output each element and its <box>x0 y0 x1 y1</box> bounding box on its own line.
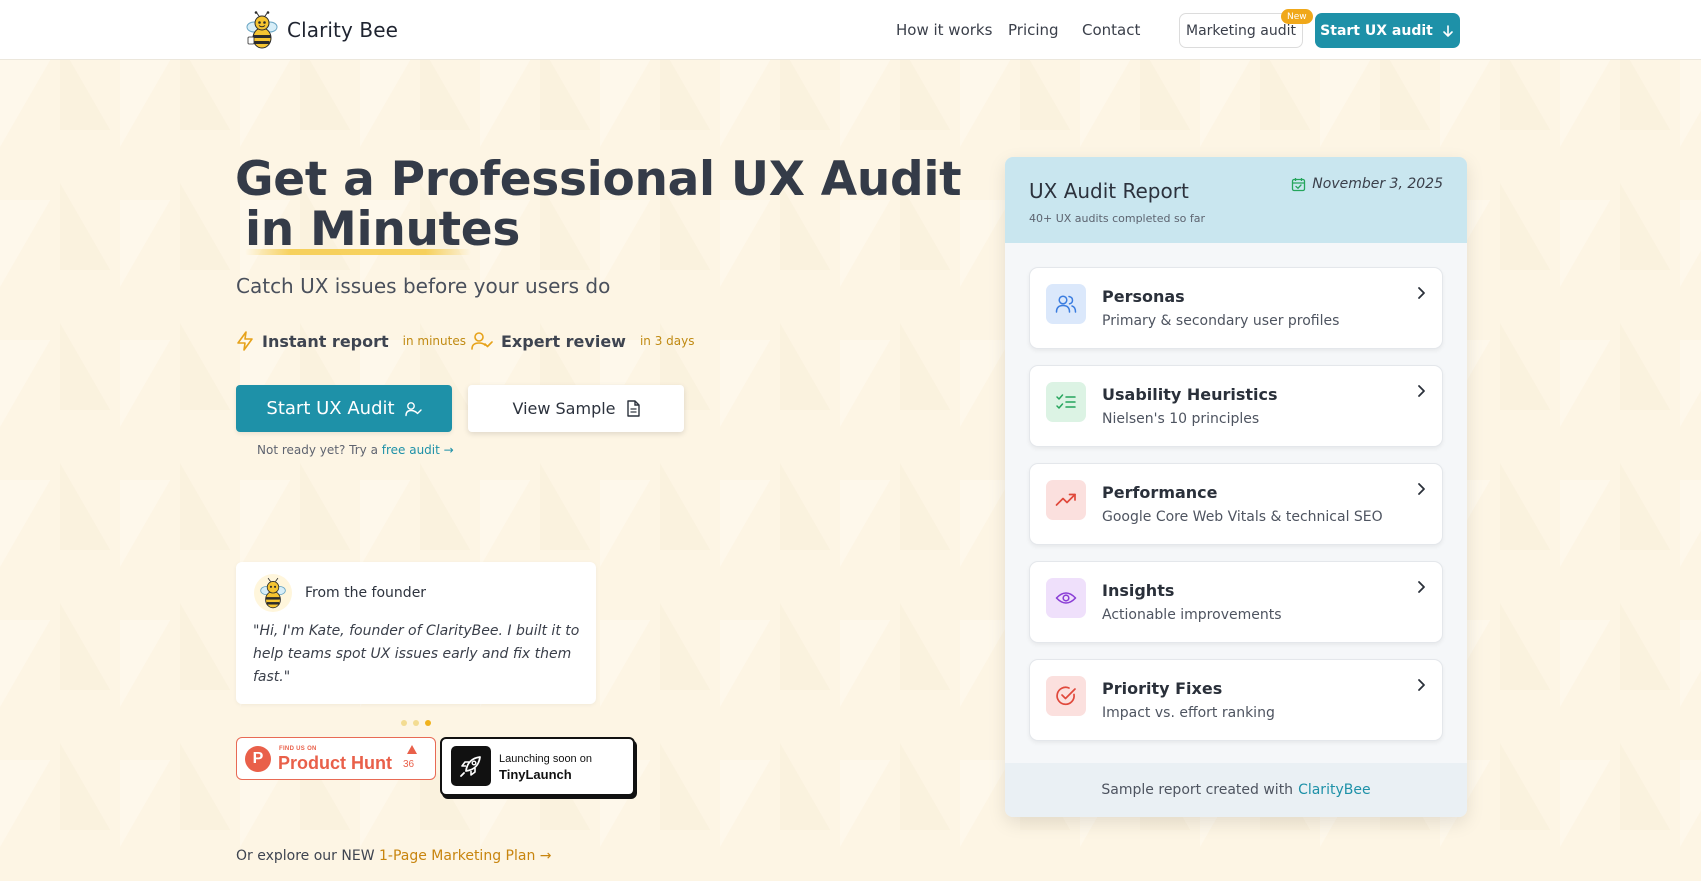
target-check-icon <box>1046 676 1086 716</box>
feature-instant-report: Instant report in minutes <box>236 331 466 351</box>
report-item-title: Performance <box>1102 483 1218 502</box>
report-item-title: Personas <box>1102 287 1185 306</box>
user-check-icon <box>404 401 422 416</box>
report-item-desc: Google Core Web Vitals & technical SEO <box>1102 509 1383 525</box>
founder-testimonial-card: From the founder "Hi, I'm Kate, founder … <box>236 562 596 704</box>
document-icon <box>626 400 640 417</box>
marketing-plan-link[interactable]: 1-Page Marketing Plan → <box>379 848 552 864</box>
tinylaunch-label: TinyLaunch <box>499 767 572 782</box>
explore-prefix: Or explore our NEW <box>236 848 375 864</box>
marketing-audit-label: Marketing audit <box>1186 22 1296 39</box>
hero-title-line2-wrap: in Minutes <box>235 205 520 255</box>
chevron-right-icon <box>1418 679 1425 691</box>
report-item-desc: Impact vs. effort ranking <box>1102 705 1275 721</box>
report-item-title: Priority Fixes <box>1102 679 1223 698</box>
hero-title-line1: Get a Professional UX Audit <box>235 152 962 207</box>
report-item-priority-fixes[interactable]: Priority Fixes Impact vs. effort ranking <box>1029 659 1443 741</box>
report-item-desc: Actionable improvements <box>1102 607 1282 623</box>
ux-audit-report-panel: UX Audit Report 40+ UX audits completed … <box>1005 157 1467 817</box>
hero-title-line2: in Minutes <box>245 202 521 257</box>
arrow-down-icon <box>1443 24 1453 37</box>
start-ux-audit-button[interactable]: Start UX Audit <box>236 385 452 432</box>
chevron-right-icon <box>1418 581 1425 593</box>
founder-quote: "Hi, I'm Kate, founder of ClarityBee. I … <box>253 623 580 685</box>
report-date: November 3, 2025 <box>1291 176 1443 192</box>
chevron-right-icon <box>1418 385 1425 397</box>
start-ux-audit-label: Start UX Audit <box>266 398 395 419</box>
product-hunt-label: Product Hunt <box>278 753 392 773</box>
product-hunt-small-label: FIND US ON <box>279 746 317 752</box>
carousel-dot[interactable] <box>413 720 419 726</box>
report-subtitle: 40+ UX audits completed so far <box>1029 212 1206 225</box>
explore-line: Or explore our NEW 1-Page Marketing Plan… <box>236 848 552 864</box>
report-item-insights[interactable]: Insights Actionable improvements <box>1029 561 1443 643</box>
nav-link-contact[interactable]: Contact <box>1082 21 1140 39</box>
brand-name: Clarity Bee <box>287 18 399 42</box>
free-audit-prefix: Not ready yet? Try a <box>257 443 378 457</box>
nav-link-pricing[interactable]: Pricing <box>1008 21 1059 39</box>
report-item-desc: Primary & secondary user profiles <box>1102 313 1340 329</box>
product-hunt-badge[interactable]: P FIND US ON Product Hunt 36 <box>236 737 436 780</box>
claritybee-link[interactable]: ClarityBee <box>1298 782 1371 798</box>
report-item-performance[interactable]: Performance Google Core Web Vitals & tec… <box>1029 463 1443 545</box>
bee-logo-icon <box>246 11 278 49</box>
feature-label: Instant report <box>262 331 389 351</box>
checklist-icon <box>1046 382 1086 422</box>
report-header: UX Audit Report 40+ UX audits completed … <box>1005 157 1467 243</box>
avatar <box>254 574 292 612</box>
feature-sub: in 3 days <box>639 334 695 348</box>
tinylaunch-badge[interactable]: Launching soon on TinyLaunch <box>440 737 635 796</box>
report-item-desc: Nielsen's 10 principles <box>1102 411 1260 427</box>
report-footer: Sample report created with ClarityBee <box>1005 763 1467 817</box>
user-check-icon <box>471 332 493 350</box>
top-nav: Clarity Bee How it works Pricing Contact… <box>0 0 1701 60</box>
eye-icon <box>1046 578 1086 618</box>
upvote-arrow-icon <box>407 745 417 754</box>
hero-subtitle: Catch UX issues before your users do <box>236 274 611 298</box>
nav-link-how-it-works[interactable]: How it works <box>896 21 992 39</box>
tinylaunch-small-label: Launching soon on <box>499 753 592 765</box>
trending-up-icon <box>1046 480 1086 520</box>
users-icon <box>1046 284 1086 324</box>
report-footer-prefix: Sample report created with <box>1101 782 1294 798</box>
start-ux-audit-nav-label: Start UX audit <box>1320 22 1433 39</box>
report-date-text: November 3, 2025 <box>1312 176 1443 192</box>
report-title: UX Audit Report <box>1029 179 1189 203</box>
report-item-personas[interactable]: Personas Primary & secondary user profil… <box>1029 267 1443 349</box>
rocket-icon <box>451 746 491 786</box>
upvote-count: 36 <box>403 759 415 770</box>
feature-label: Expert review <box>501 331 626 351</box>
new-badge: New <box>1281 9 1313 24</box>
brand-logo[interactable]: Clarity Bee <box>245 11 398 49</box>
report-item-usability-heuristics[interactable]: Usability Heuristics Nielsen's 10 princi… <box>1029 365 1443 447</box>
carousel-dots <box>401 720 431 726</box>
lightning-icon <box>237 331 253 351</box>
chevron-right-icon <box>1418 287 1425 299</box>
founder-heading: From the founder <box>305 585 427 601</box>
calendar-check-icon <box>1292 177 1306 191</box>
view-sample-label: View Sample <box>512 399 616 418</box>
carousel-dot-active[interactable] <box>425 720 431 726</box>
carousel-dot[interactable] <box>401 720 407 726</box>
free-audit-line: Not ready yet? Try a free audit → <box>257 443 454 457</box>
product-hunt-logo-icon: P <box>245 746 271 772</box>
report-item-title: Usability Heuristics <box>1102 385 1278 404</box>
free-audit-link[interactable]: free audit → <box>382 443 454 457</box>
feature-sub: in minutes <box>402 334 466 348</box>
hero-title: Get a Professional UX Audit in Minutes <box>235 152 962 255</box>
report-item-title: Insights <box>1102 581 1175 600</box>
view-sample-button[interactable]: View Sample <box>468 385 684 432</box>
bee-avatar-icon <box>260 577 286 609</box>
chevron-right-icon <box>1418 483 1425 495</box>
start-ux-audit-nav-button[interactable]: Start UX audit <box>1315 13 1460 48</box>
feature-expert-review: Expert review in 3 days <box>471 331 694 351</box>
